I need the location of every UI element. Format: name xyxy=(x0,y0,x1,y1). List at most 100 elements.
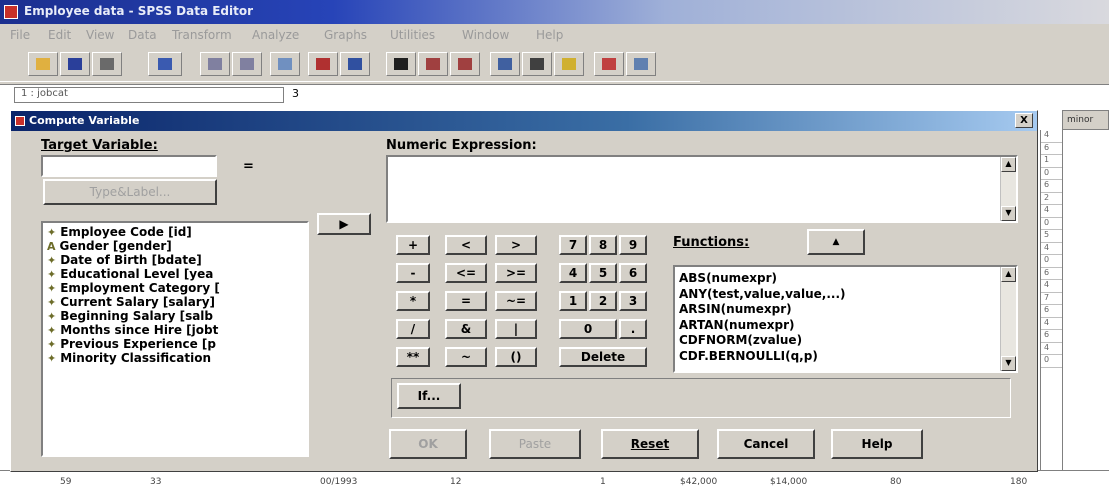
variable-list-item[interactable]: ✦ Date of Birth [bdate] xyxy=(43,253,307,267)
grid-bottom-row[interactable]: 59 33 00/1993 12 1 $42,000 $14,000 80 18… xyxy=(0,470,1109,491)
cancel-button[interactable]: Cancel xyxy=(717,429,815,459)
operator-key[interactable]: >= xyxy=(495,263,537,283)
grid-cell[interactable]: 6 xyxy=(1041,143,1062,155)
variable-list-item[interactable]: A Gender [gender] xyxy=(43,239,307,253)
grid-cell[interactable]: 1 xyxy=(1041,155,1062,168)
reset-button[interactable]: Reset xyxy=(601,429,699,459)
move-to-expression-button[interactable]: ▶ xyxy=(317,213,371,235)
insert-variable-button[interactable] xyxy=(450,52,480,76)
grid-cell[interactable]: 0 xyxy=(1041,355,1062,368)
grid-cell[interactable]: 5 xyxy=(1041,230,1062,243)
digit-key[interactable]: 6 xyxy=(619,263,647,283)
value-labels-button[interactable] xyxy=(594,52,624,76)
variables-button[interactable] xyxy=(340,52,370,76)
function-list-item[interactable]: ANY(test,value,value,...) xyxy=(675,287,1016,303)
find-button[interactable] xyxy=(386,52,416,76)
insert-case-button[interactable] xyxy=(418,52,448,76)
split-file-button[interactable] xyxy=(490,52,520,76)
delete-key[interactable]: Delete xyxy=(559,347,647,367)
weight-cases-button[interactable] xyxy=(522,52,552,76)
help-button[interactable]: Help xyxy=(831,429,923,459)
variable-list-item[interactable]: ✦ Educational Level [yea xyxy=(43,267,307,281)
grid-cell[interactable]: 0 xyxy=(1041,168,1062,180)
function-list-item[interactable]: ABS(numexpr) xyxy=(675,271,1016,287)
paste-button[interactable]: Paste xyxy=(489,429,581,459)
operator-key[interactable]: * xyxy=(396,291,430,311)
goto-chart-button[interactable] xyxy=(270,52,300,76)
grid-cell[interactable]: 0 xyxy=(1041,255,1062,268)
operator-key[interactable]: & xyxy=(445,319,487,339)
operator-key[interactable]: () xyxy=(495,347,537,367)
functions-scrollbar[interactable]: ▲ ▼ xyxy=(1000,267,1016,371)
grid-cell[interactable]: 7 xyxy=(1041,293,1062,305)
operator-key[interactable]: ~ xyxy=(445,347,487,367)
grid-cell[interactable]: 6 xyxy=(1041,305,1062,318)
grid-cell[interactable]: 2 xyxy=(1041,193,1062,205)
menu-view[interactable]: View xyxy=(86,28,114,42)
grid-cell[interactable]: 0 xyxy=(1041,218,1062,230)
menu-help[interactable]: Help xyxy=(536,28,563,42)
type-label-button[interactable]: Type&Label... xyxy=(43,179,217,205)
variable-list-item[interactable]: ✦ Current Salary [salary] xyxy=(43,295,307,309)
menu-utilities[interactable]: Utilities xyxy=(390,28,435,42)
operator-key[interactable]: <= xyxy=(445,263,487,283)
grid-cell[interactable]: 4 xyxy=(1041,130,1062,143)
open-file-button[interactable] xyxy=(28,52,58,76)
grid-cell[interactable]: 4 xyxy=(1041,243,1062,255)
scroll-up-icon[interactable]: ▲ xyxy=(1001,157,1016,172)
if-button[interactable]: If... xyxy=(397,383,461,409)
variable-list-item[interactable]: ✦ Beginning Salary [salb xyxy=(43,309,307,323)
menu-file[interactable]: File xyxy=(10,28,30,42)
menu-transform[interactable]: Transform xyxy=(172,28,232,42)
grid-cell[interactable]: 6 xyxy=(1041,180,1062,193)
column-header-minority[interactable]: minor xyxy=(1062,110,1109,130)
digit-key[interactable]: 2 xyxy=(589,291,617,311)
menu-window[interactable]: Window xyxy=(462,28,509,42)
grid-cell[interactable]: 6 xyxy=(1041,268,1062,280)
menu-edit[interactable]: Edit xyxy=(48,28,71,42)
digit-key[interactable]: 8 xyxy=(589,235,617,255)
variable-list-item[interactable]: ✦ Months since Hire [jobt xyxy=(43,323,307,337)
function-list-item[interactable]: CDFNORM(zvalue) xyxy=(675,333,1016,349)
decimal-key[interactable]: . xyxy=(619,319,647,339)
operator-key[interactable]: / xyxy=(396,319,430,339)
menu-graphs[interactable]: Graphs xyxy=(324,28,367,42)
digit-key[interactable]: 1 xyxy=(559,291,587,311)
grid-cell[interactable]: 4 xyxy=(1041,318,1062,330)
expression-scrollbar[interactable]: ▲ ▼ xyxy=(1000,157,1016,221)
variable-list-item[interactable]: ✦ Previous Experience [p xyxy=(43,337,307,351)
digit-key[interactable]: 3 xyxy=(619,291,647,311)
operator-key[interactable]: ** xyxy=(396,347,430,367)
operator-key[interactable]: > xyxy=(495,235,537,255)
numeric-expression-input[interactable]: ▲ ▼ xyxy=(386,155,1018,223)
grid-cell[interactable]: 6 xyxy=(1041,330,1062,343)
variable-list-item[interactable]: ✦ Minority Classification xyxy=(43,351,307,365)
save-button[interactable] xyxy=(60,52,90,76)
variable-list[interactable]: ✦ Employee Code [id] A Gender [gender] ✦ Date… xyxy=(41,221,309,457)
digit-key[interactable]: 9 xyxy=(619,235,647,255)
operator-key[interactable]: - xyxy=(396,263,430,283)
function-list-item[interactable]: CDF.BERNOULLI(q,p) xyxy=(675,349,1016,365)
function-list-item[interactable]: ARTAN(numexpr) xyxy=(675,318,1016,334)
variable-list-item[interactable]: ✦ Employee Code [id] xyxy=(43,225,307,239)
ok-button[interactable]: OK xyxy=(389,429,467,459)
menu-analyze[interactable]: Analyze xyxy=(252,28,299,42)
digit-key-zero[interactable]: 0 xyxy=(559,319,617,339)
dialog-close-button[interactable]: X xyxy=(1015,113,1033,128)
operator-key[interactable]: < xyxy=(445,235,487,255)
variable-list-item[interactable]: ✦ Employment Category [ xyxy=(43,281,307,295)
function-list-item[interactable]: ARSIN(numexpr) xyxy=(675,302,1016,318)
scroll-down-icon[interactable]: ▼ xyxy=(1001,206,1016,221)
select-cases-button[interactable] xyxy=(554,52,584,76)
dialog-recall-button[interactable] xyxy=(148,52,182,76)
menu-data[interactable]: Data xyxy=(128,28,157,42)
undo-button[interactable] xyxy=(200,52,230,76)
digit-key[interactable]: 5 xyxy=(589,263,617,283)
grid-cell[interactable]: 4 xyxy=(1041,280,1062,293)
grid-cell[interactable]: 4 xyxy=(1041,205,1062,218)
functions-scroll-up-icon[interactable]: ▲ xyxy=(1001,267,1016,282)
digit-key[interactable]: 7 xyxy=(559,235,587,255)
operator-key[interactable]: | xyxy=(495,319,537,339)
print-button[interactable] xyxy=(92,52,122,76)
digit-key[interactable]: 4 xyxy=(559,263,587,283)
